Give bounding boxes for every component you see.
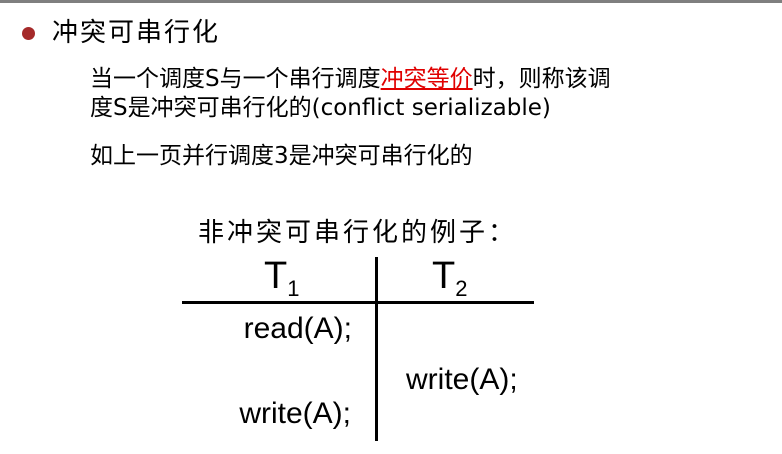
t1-subscript: 1 bbox=[287, 276, 300, 301]
t1-read-operation: read(A); bbox=[243, 312, 352, 345]
definition-line-2: 度S是冲突可串行化的(conflict serializable) bbox=[90, 95, 551, 121]
definition-line-1: 当一个调度S与一个串行调度冲突等价时，则称该调 bbox=[90, 64, 611, 94]
top-rule bbox=[0, 0, 782, 3]
section-heading: 冲突可串行化 bbox=[52, 18, 221, 48]
example-title: 非冲突可串行化的例子： bbox=[198, 218, 518, 248]
table-header-divider bbox=[182, 301, 534, 304]
t1-write-operation: write(A); bbox=[239, 397, 351, 430]
bullet-icon bbox=[22, 27, 35, 40]
t2-label: T bbox=[432, 255, 456, 297]
example-reference: 如上一页并行调度3是冲突可串行化的 bbox=[90, 143, 473, 169]
t1-label: T bbox=[264, 255, 288, 297]
t2-write-operation: write(A); bbox=[406, 363, 518, 396]
definition-text-start: 当一个调度S与一个串行调度 bbox=[90, 66, 381, 92]
t2-subscript: 2 bbox=[455, 276, 468, 301]
definition-text-end: 时，则称该调 bbox=[472, 66, 611, 92]
conflict-equivalent-highlight: 冲突等价 bbox=[380, 66, 473, 92]
table-column-divider bbox=[375, 257, 378, 441]
